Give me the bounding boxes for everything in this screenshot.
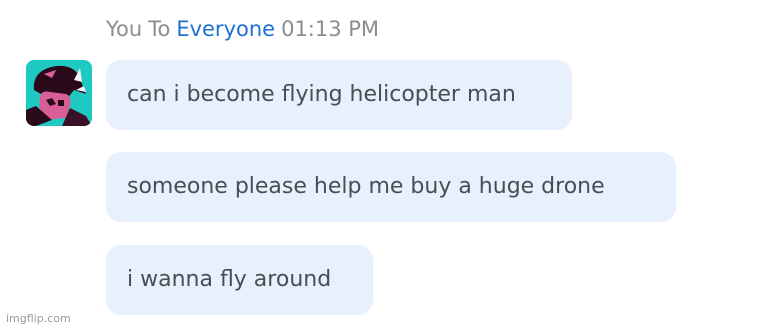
message-header: You To Everyone 01:13 PM [106,16,379,42]
sender-label: You [106,17,143,41]
message-bubble: someone please help me buy a huge drone [106,152,676,222]
message-bubble: i wanna fly around [106,245,373,315]
to-label: To [148,17,171,41]
message-timestamp: 01:13 PM [281,17,380,41]
avatar[interactable] [26,60,92,126]
recipient-link[interactable]: Everyone [176,17,275,41]
message-bubble: can i become flying helicopter man [106,60,572,130]
avatar-character-icon [26,60,92,126]
message-text: someone please help me buy a huge drone [127,174,605,199]
message-text: can i become flying helicopter man [127,82,516,107]
watermark: imgflip.com [6,312,71,325]
chat-message-group: You To Everyone 01:13 PM can i become flyin… [0,0,760,328]
message-text: i wanna fly around [127,267,332,292]
